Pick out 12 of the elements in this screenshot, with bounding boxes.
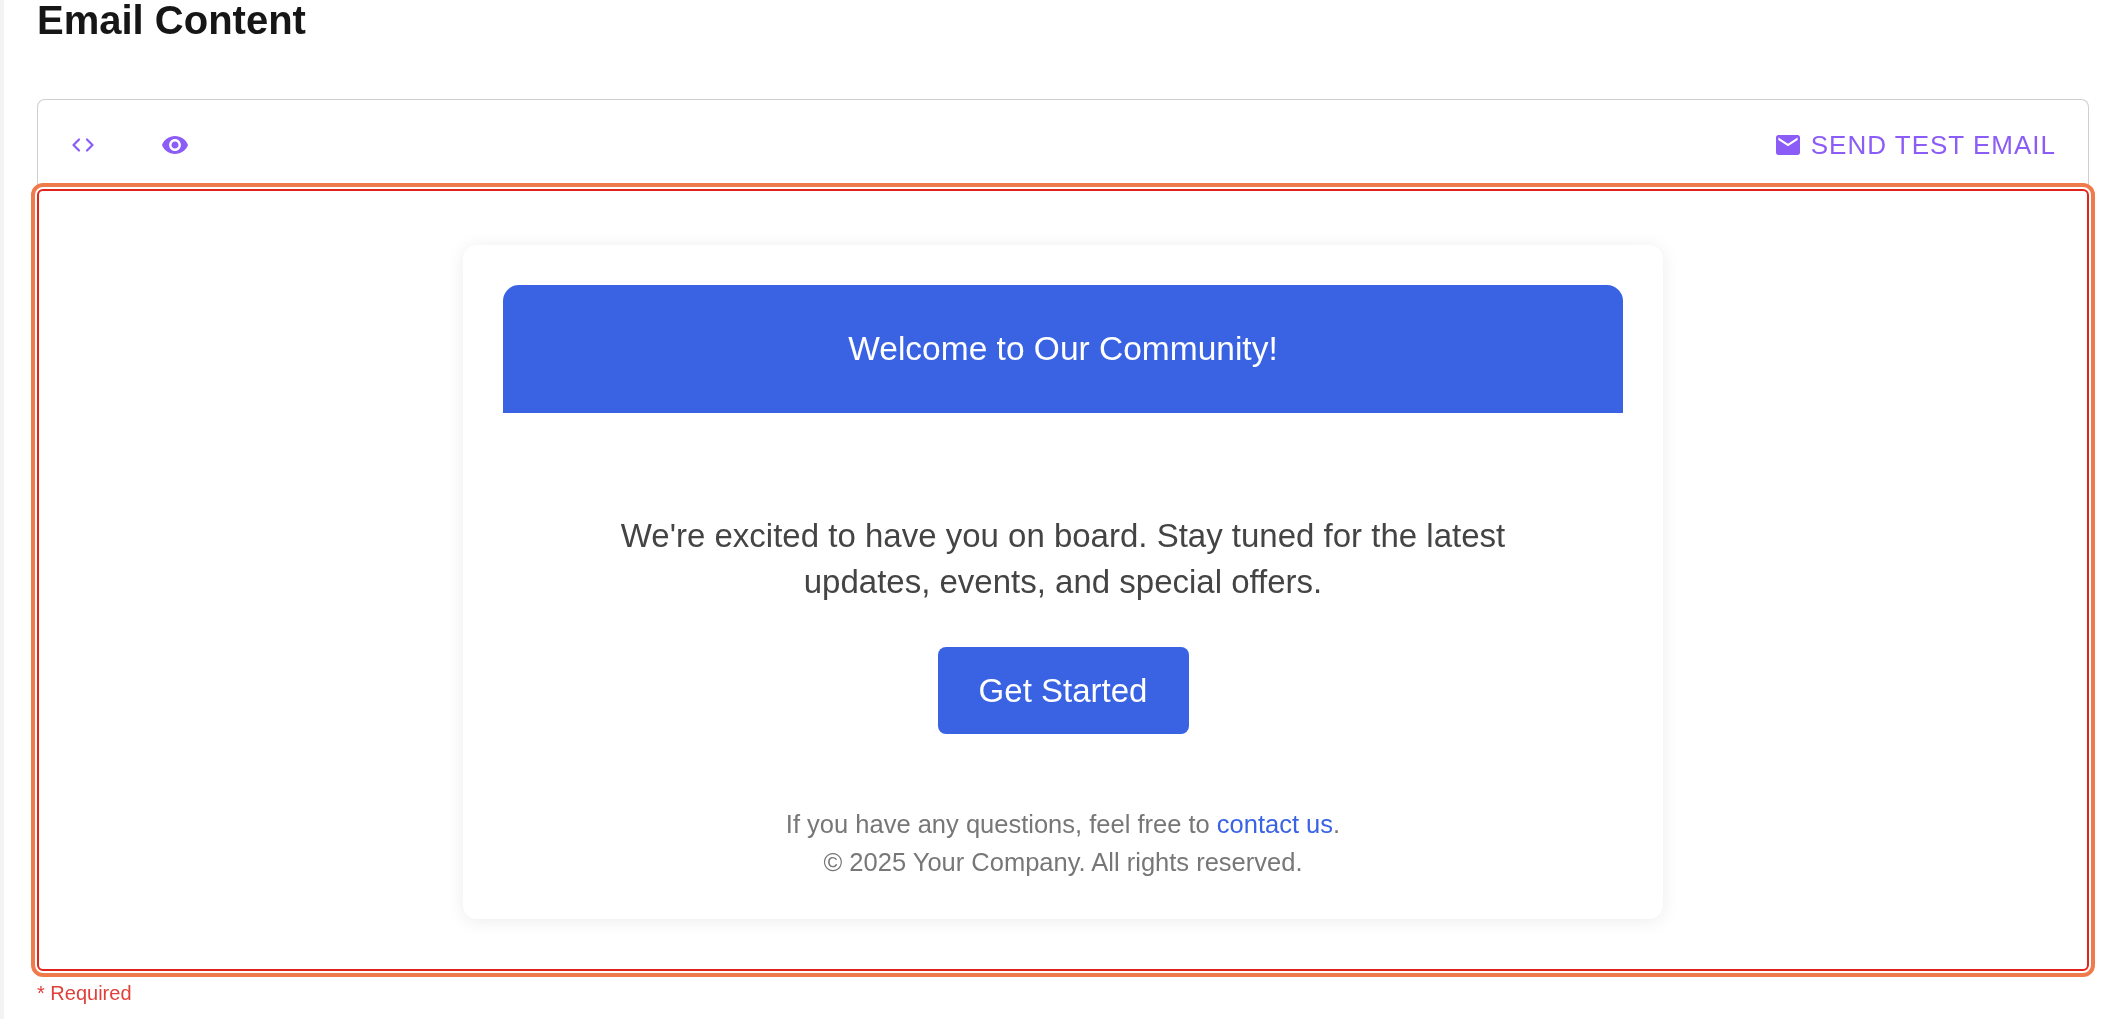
email-header-title: Welcome to Our Community!	[848, 329, 1278, 369]
section-title: Email Content	[37, 0, 306, 40]
eye-icon	[162, 135, 188, 154]
code-icon	[72, 137, 94, 152]
required-hint: * Required	[37, 981, 132, 1005]
copyright-text: © 2025 Your Company. All rights reserved.	[823, 847, 1303, 878]
contact-link[interactable]: contact us	[1216, 810, 1334, 838]
get-started-button[interactable]: Get Started	[937, 647, 1189, 734]
send-test-email-button[interactable]: SEND TEST EMAIL	[1763, 121, 2068, 168]
mail-icon	[1775, 134, 1800, 155]
footer-note: If you have any questions, feel free to contact us.	[785, 809, 1341, 840]
email-body-text: We're excited to have you on board. Stay tuned for the latest updates, events, and special offers.	[619, 516, 1507, 602]
